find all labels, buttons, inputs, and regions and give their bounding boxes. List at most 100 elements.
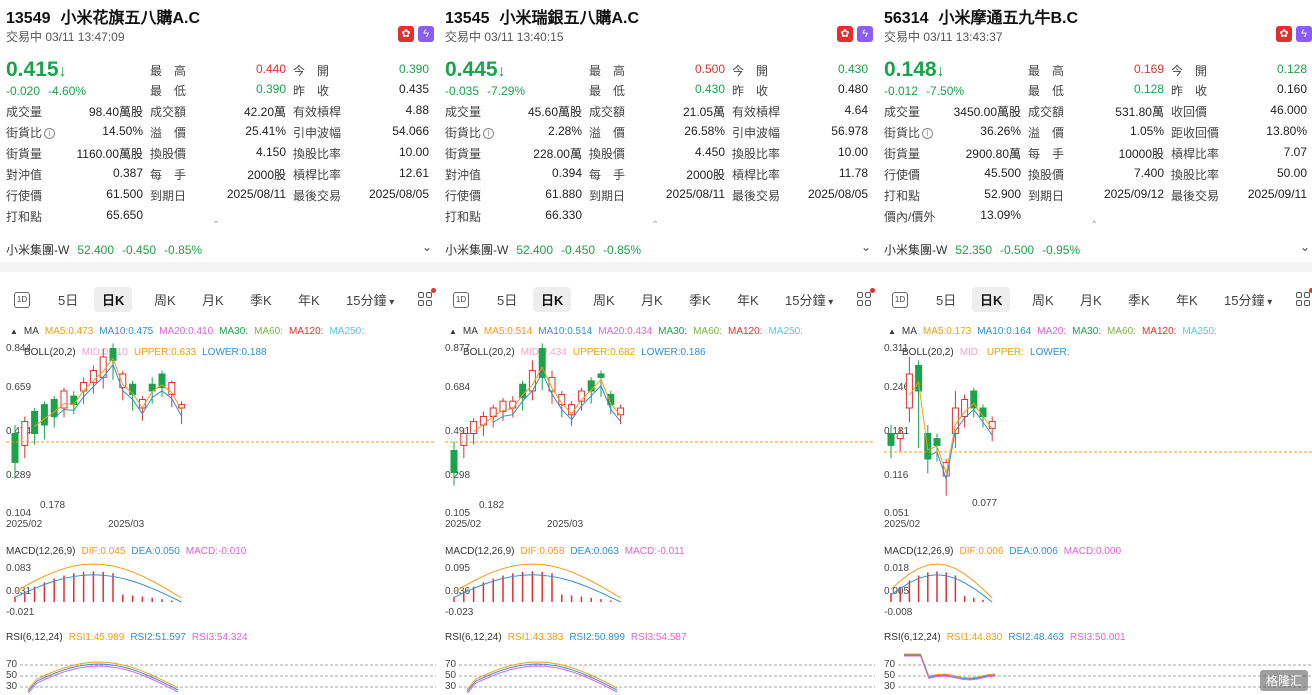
candle-body bbox=[617, 407, 625, 416]
stat-label: 有效槓桿 bbox=[732, 105, 781, 119]
stat-label: 對沖值 bbox=[6, 168, 43, 182]
ma-ma20: MA20: bbox=[1037, 326, 1067, 337]
tab-period[interactable]: 周K bbox=[593, 290, 615, 309]
rsi-line bbox=[904, 654, 996, 680]
underlying-stock[interactable]: 小米集團-W 52.400 -0.450 -0.85% bbox=[6, 241, 210, 258]
stat-label: 成交額 bbox=[589, 105, 626, 119]
stat-label: 每 手 bbox=[1028, 147, 1065, 161]
change-percent: -4.60% bbox=[48, 84, 87, 98]
stat-label: 溢 價 bbox=[1028, 126, 1065, 140]
instrument-code: 13545 bbox=[445, 10, 490, 27]
tab-period[interactable]: 15分鐘 ▾ bbox=[785, 290, 833, 309]
info-icon[interactable]: i bbox=[44, 128, 56, 140]
tab-1d[interactable]: 1D bbox=[892, 292, 908, 308]
tab-period[interactable]: 年K bbox=[737, 290, 759, 309]
info-icon[interactable]: i bbox=[483, 128, 495, 140]
collapse-triangle-icon[interactable]: ▲ bbox=[449, 327, 457, 336]
stat-value: 2000股 bbox=[686, 168, 725, 182]
rsi-chart[interactable] bbox=[445, 648, 875, 693]
chevron-down-icon[interactable]: ⌄ bbox=[1300, 240, 1310, 254]
chevron-down-icon[interactable]: ⌄ bbox=[422, 240, 432, 254]
collapse-caret-icon[interactable]: ⌃ bbox=[212, 220, 220, 231]
tab-period[interactable]: 月K bbox=[202, 290, 224, 309]
tab-period[interactable]: 季K bbox=[250, 290, 272, 309]
stat-value: 2.28% bbox=[547, 124, 582, 138]
tab-period[interactable]: 5日 bbox=[497, 290, 517, 309]
stat-label: 引申波幅 bbox=[293, 126, 342, 140]
candlestick-chart[interactable] bbox=[6, 340, 436, 520]
change-percent: -7.29% bbox=[487, 84, 526, 98]
stat-label: 到期日 bbox=[150, 189, 187, 203]
stat-value: 50.00 bbox=[1276, 166, 1307, 180]
stat-value: 36.26% bbox=[980, 124, 1021, 138]
dea-line bbox=[890, 574, 993, 603]
stat-value: 0.435 bbox=[398, 82, 429, 96]
tab-period[interactable]: 月K bbox=[1080, 290, 1102, 309]
tab-period[interactable]: 季K bbox=[689, 290, 711, 309]
candle-body bbox=[597, 373, 605, 378]
hk-flag-icon: ✿ bbox=[1276, 26, 1292, 42]
macd-chart[interactable] bbox=[445, 560, 875, 620]
quote-header: 13545 小米瑞銀五八購A.C 交易中 03/11 13:40:15 ✿ ϟ 0.445… bbox=[445, 0, 875, 262]
candle-body bbox=[915, 365, 923, 392]
underlying-percent: -0.85% bbox=[603, 243, 642, 257]
grid-icon[interactable] bbox=[418, 292, 434, 308]
tab-period[interactable]: 年K bbox=[1176, 290, 1198, 309]
ma-ma30: MA30: bbox=[1072, 326, 1102, 337]
macd-chart[interactable] bbox=[6, 560, 436, 620]
info-icon[interactable]: i bbox=[922, 128, 934, 140]
stat-label: 街貨比 i bbox=[884, 124, 934, 141]
underlying-stock[interactable]: 小米集團-W 52.400 -0.450 -0.85% bbox=[445, 241, 649, 258]
section-divider bbox=[878, 262, 1312, 272]
tab-period[interactable]: 15分鐘 ▾ bbox=[1224, 290, 1272, 309]
stat-value: 7.400 bbox=[1133, 166, 1164, 180]
grid-icon[interactable] bbox=[857, 292, 873, 308]
tab-period[interactable]: 15分鐘 ▾ bbox=[346, 290, 394, 309]
rsi-chart[interactable] bbox=[884, 648, 1312, 693]
candlestick-chart[interactable] bbox=[884, 340, 1312, 520]
notification-dot bbox=[870, 288, 875, 293]
tab-period[interactable]: 日K bbox=[533, 287, 572, 312]
tab-period[interactable]: 日K bbox=[972, 287, 1011, 312]
candle-body bbox=[70, 395, 78, 406]
instrument-title[interactable]: 56314 小米摩通五九牛B.C bbox=[884, 4, 1078, 28]
instrument-title[interactable]: 13545 小米瑞銀五八購A.C bbox=[445, 4, 639, 28]
tab-period[interactable]: 日K bbox=[94, 287, 133, 312]
collapse-triangle-icon[interactable]: ▲ bbox=[888, 327, 896, 336]
section-divider bbox=[0, 262, 440, 272]
candle-body bbox=[479, 416, 487, 426]
tab-period[interactable]: 周K bbox=[1032, 290, 1054, 309]
trading-status: 交易中 03/11 13:47:09 bbox=[6, 30, 125, 44]
tab-period[interactable]: 季K bbox=[1128, 290, 1150, 309]
tab-period[interactable]: 周K bbox=[154, 290, 176, 309]
tab-1d[interactable]: 1D bbox=[453, 292, 469, 308]
instrument-title[interactable]: 13549 小米花旗五八購A.C bbox=[6, 4, 200, 28]
lightning-icon[interactable]: ϟ bbox=[1296, 26, 1312, 42]
collapse-triangle-icon[interactable]: ▲ bbox=[10, 327, 18, 336]
rsi-chart[interactable] bbox=[6, 648, 436, 693]
tab-period[interactable]: 年K bbox=[298, 290, 320, 309]
stat-value: 2025/08/05 bbox=[368, 187, 429, 201]
underlying-stock[interactable]: 小米集團-W 52.350 -0.500 -0.95% bbox=[884, 241, 1088, 258]
stat-value: 4.88 bbox=[405, 103, 429, 117]
collapse-caret-icon[interactable]: ⌃ bbox=[651, 220, 659, 231]
lightning-icon[interactable]: ϟ bbox=[418, 26, 434, 42]
tab-period[interactable]: 5日 bbox=[936, 290, 956, 309]
stat-value: 0.500 bbox=[694, 62, 725, 76]
stat-label: 街貨量 bbox=[884, 147, 921, 161]
macd-chart[interactable] bbox=[884, 560, 1312, 620]
grid-icon[interactable] bbox=[1296, 292, 1312, 308]
tab-period[interactable]: 5日 bbox=[58, 290, 78, 309]
tab-period[interactable]: 月K bbox=[641, 290, 663, 309]
chevron-down-icon[interactable]: ⌄ bbox=[861, 240, 871, 254]
stat-label: 對沖值 bbox=[445, 168, 482, 182]
lightning-icon[interactable]: ϟ bbox=[857, 26, 873, 42]
candle-body bbox=[961, 399, 969, 417]
collapse-caret-icon[interactable]: ⌃ bbox=[1090, 220, 1098, 231]
tab-1d[interactable]: 1D bbox=[14, 292, 30, 308]
stat-value: 4.150 bbox=[255, 145, 286, 159]
candlestick-chart[interactable] bbox=[445, 340, 875, 520]
stat-value: 10000股 bbox=[1118, 147, 1164, 161]
stat-label: 換股比率 bbox=[1171, 168, 1220, 182]
ma-ma30: MA30: bbox=[219, 326, 249, 337]
